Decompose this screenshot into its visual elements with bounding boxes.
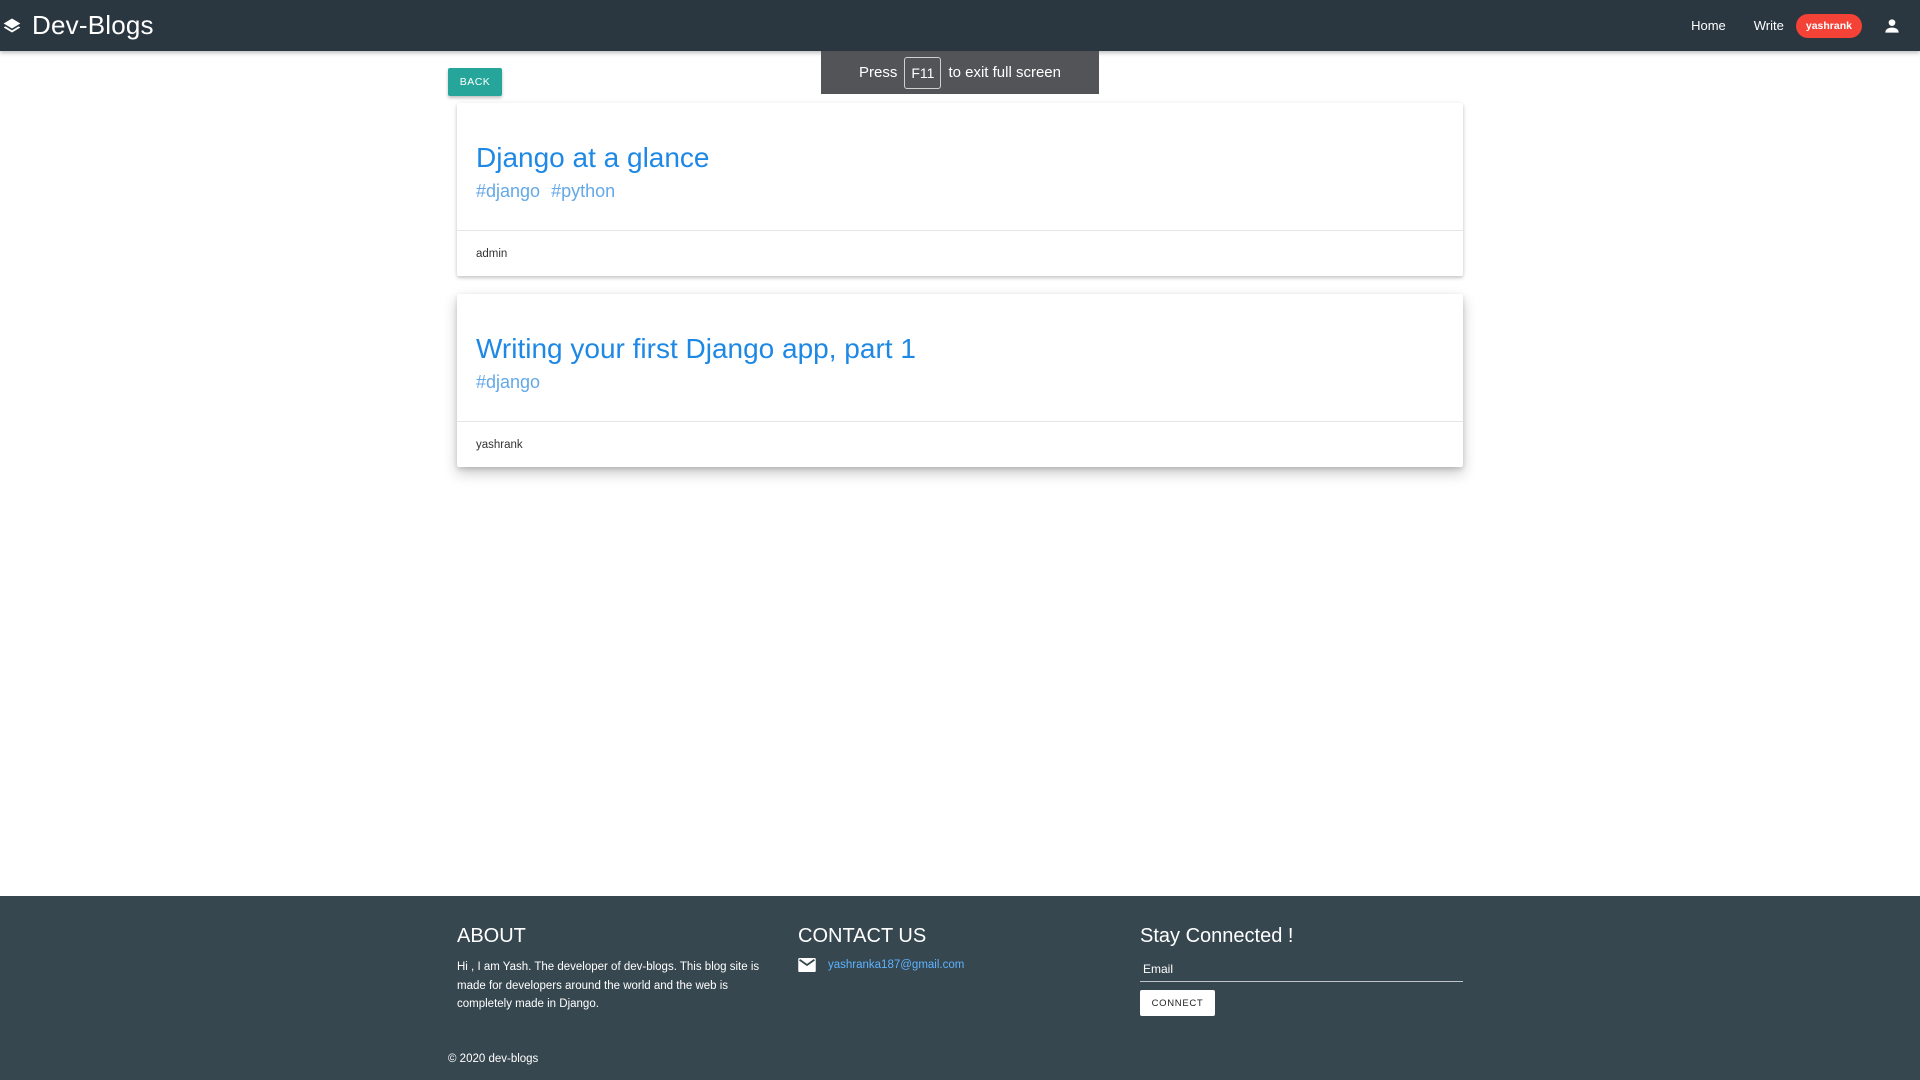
email-field[interactable] — [1140, 956, 1463, 982]
about-text: Hi , I am Yash. The developer of dev-blo… — [457, 961, 760, 1010]
copyright-text: © 2020 dev-blogs — [448, 1053, 539, 1065]
post-card-content: Writing your first Django app, part 1 #d… — [457, 294, 1463, 422]
post-tags: #django — [476, 372, 1444, 393]
about-heading: ABOUT — [457, 925, 526, 947]
stay-connected-heading: Stay Connected ! — [1140, 925, 1294, 947]
post-card: Django at a glance #django #python admin — [457, 103, 1463, 276]
footer-about: ABOUT Hi , I am Yash. The developer of d… — [457, 924, 777, 1014]
top-navbar: Dev-Blogs Home Write yashrank — [0, 0, 1920, 51]
nav-write-link[interactable]: Write — [1754, 18, 1784, 33]
post-author: admin — [476, 247, 508, 260]
nav-links: Home Write yashrank — [1691, 13, 1902, 38]
post-tag[interactable]: #python — [551, 181, 615, 201]
f11-key: F11 — [904, 56, 942, 89]
page-footer: ABOUT Hi , I am Yash. The developer of d… — [0, 896, 1920, 1080]
footer-stay-connected: Stay Connected ! CONNECT — [1140, 924, 1464, 1016]
fullscreen-prefix: Press — [859, 64, 898, 81]
post-author: yashrank — [476, 438, 523, 451]
post-tag[interactable]: #django — [476, 372, 540, 392]
footer-contact: CONTACT US yashranka187@gmail.com — [798, 924, 1118, 972]
post-title[interactable]: Django at a glance — [476, 141, 1444, 175]
post-tag[interactable]: #django — [476, 181, 540, 201]
contact-row: yashranka187@gmail.com — [798, 958, 1118, 972]
contact-email-link[interactable]: yashranka187@gmail.com — [828, 959, 964, 971]
contact-heading: CONTACT US — [798, 925, 927, 947]
post-title[interactable]: Writing your first Django app, part 1 — [476, 332, 1444, 366]
username-badge[interactable]: yashrank — [1795, 13, 1862, 38]
brand[interactable]: Dev-Blogs — [2, 10, 154, 41]
fullscreen-suffix: to exit full screen — [948, 64, 1061, 81]
nav-home-link[interactable]: Home — [1691, 18, 1726, 33]
fullscreen-notice: Press F11 to exit full screen — [821, 51, 1099, 94]
back-button[interactable]: BACK — [448, 68, 502, 96]
connect-button[interactable]: CONNECT — [1140, 990, 1215, 1016]
brand-name[interactable]: Dev-Blogs — [32, 10, 154, 41]
mail-icon — [798, 958, 816, 972]
account-icon[interactable] — [1882, 16, 1902, 36]
post-tags: #django #python — [476, 181, 1444, 202]
post-card-content: Django at a glance #django #python — [457, 103, 1463, 231]
post-card: Writing your first Django app, part 1 #d… — [457, 294, 1463, 467]
layers-icon — [3, 18, 21, 32]
